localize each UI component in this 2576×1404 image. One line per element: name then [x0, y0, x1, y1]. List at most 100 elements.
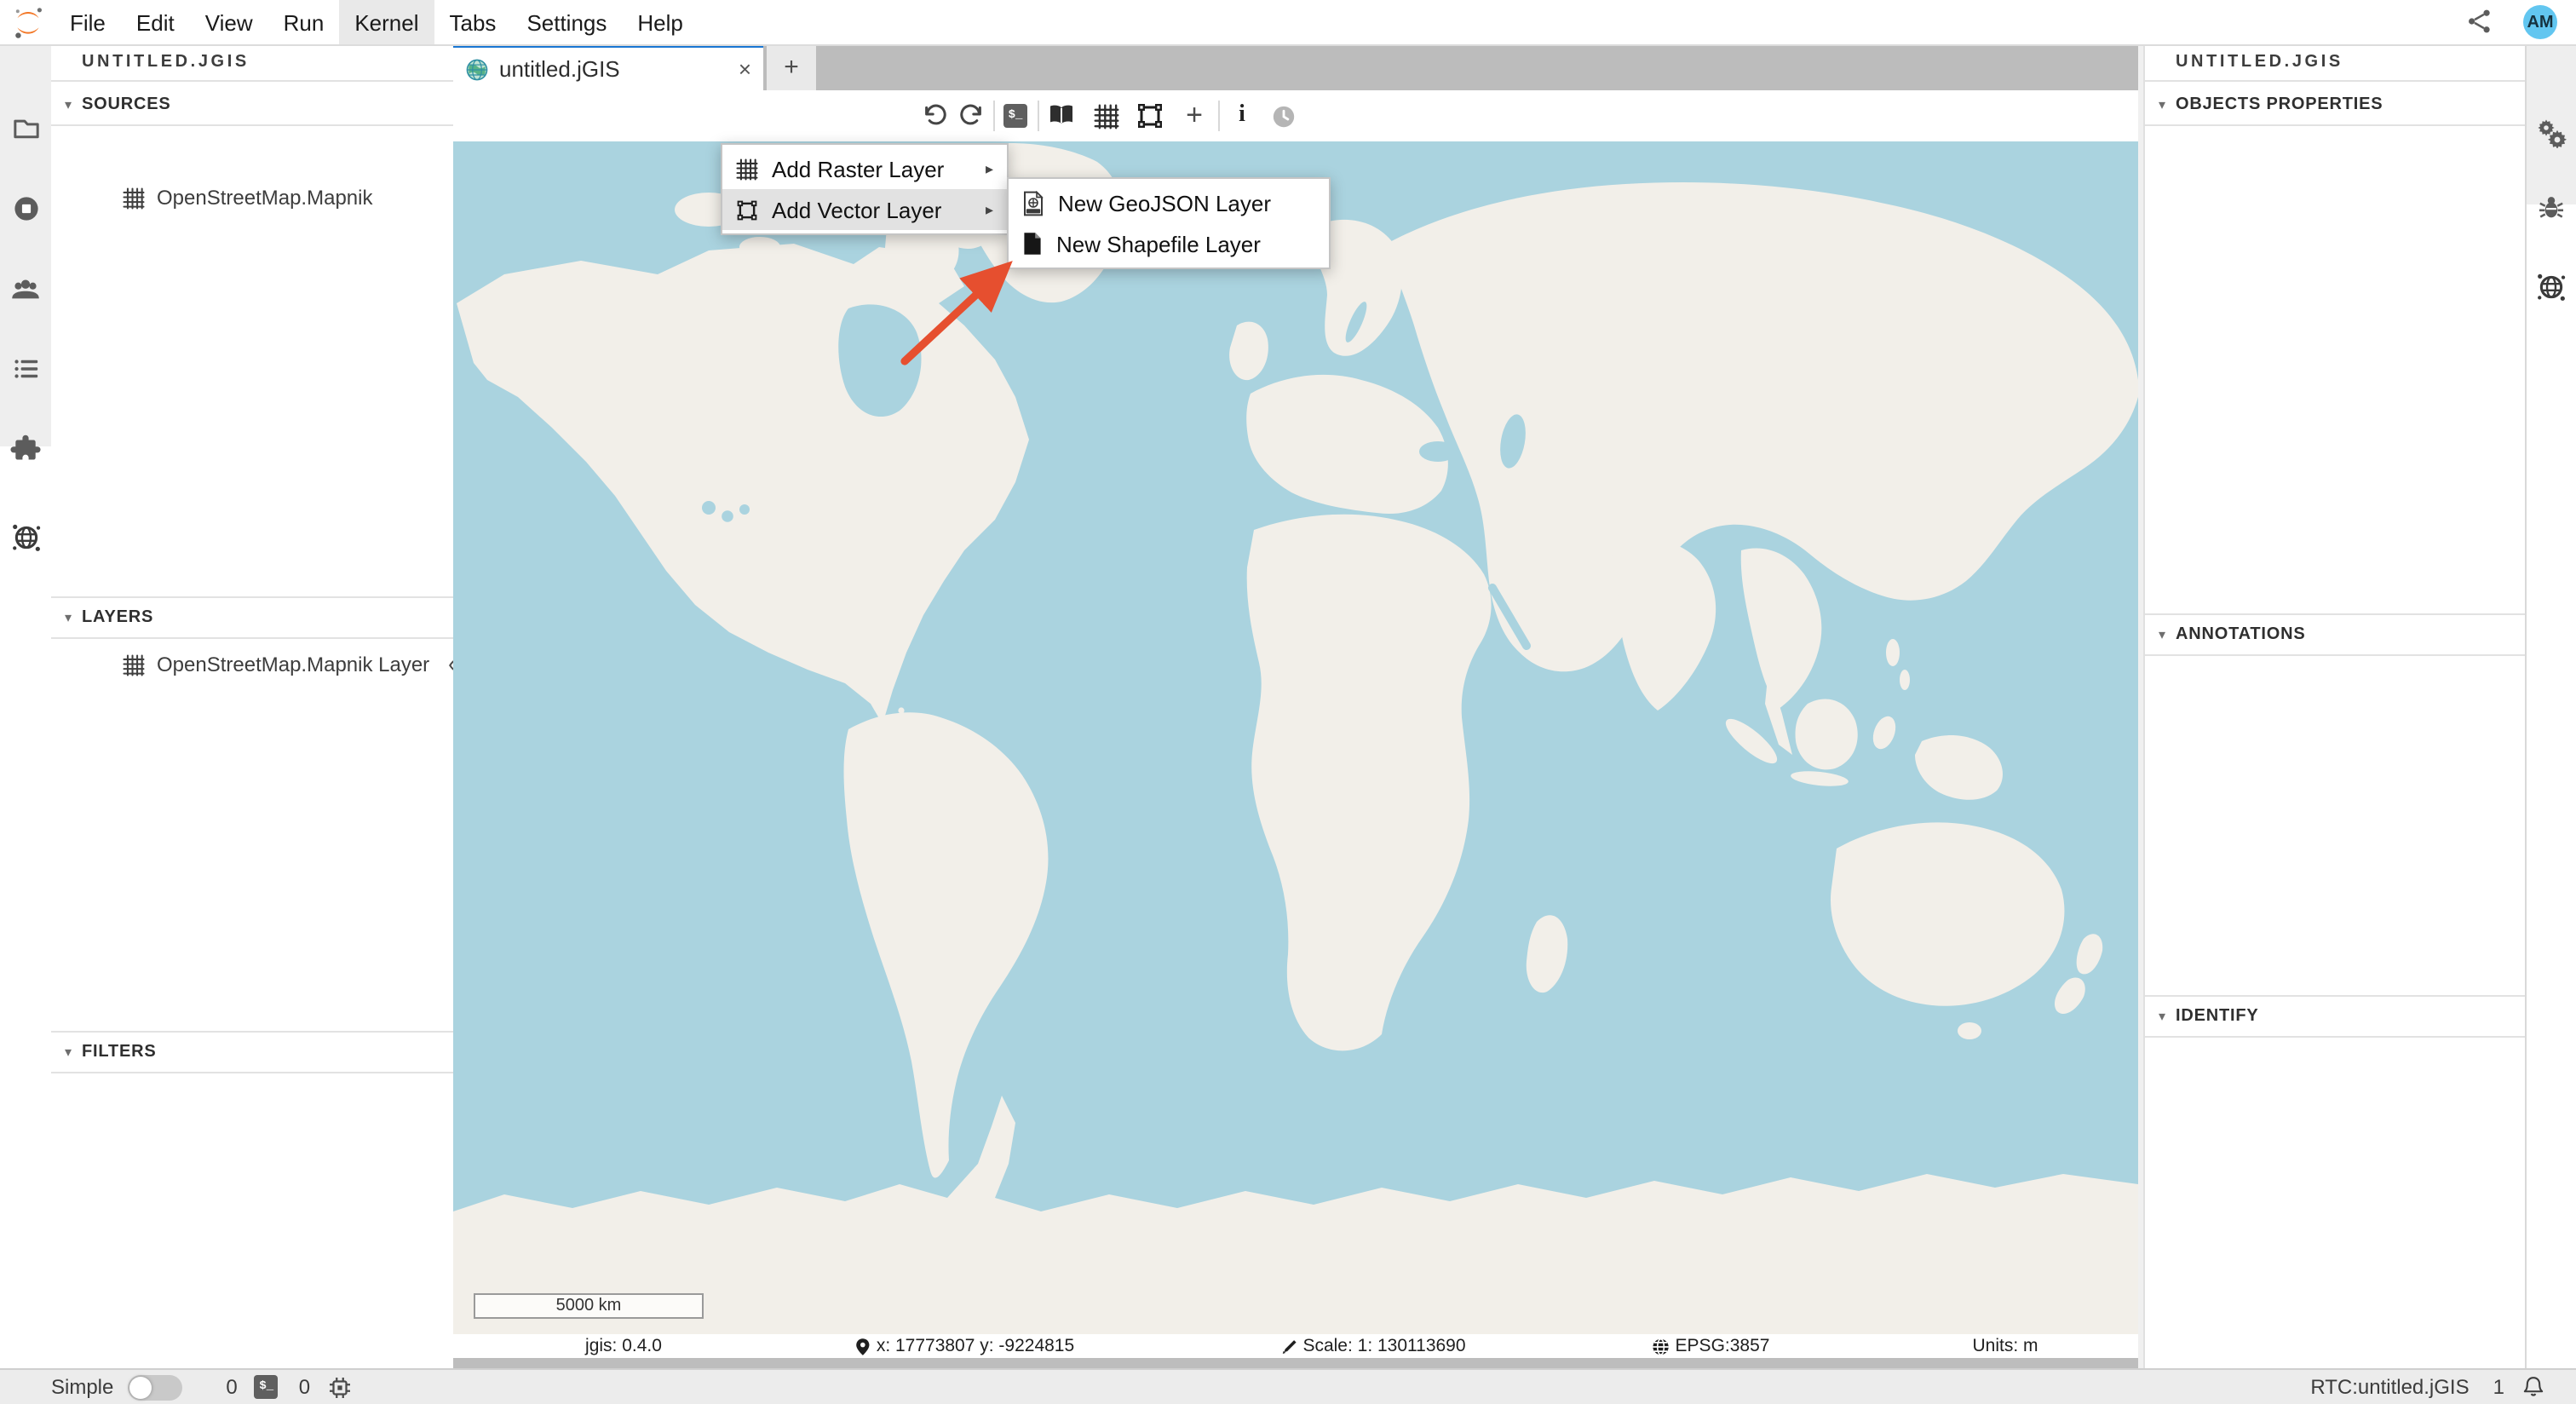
jupyter-logo	[10, 4, 46, 40]
jupyterlab-shell: File Edit View Run Kernel Tabs Settings …	[0, 0, 2576, 1404]
raster-grid-icon	[736, 158, 758, 180]
terminal-icon[interactable]: $_	[255, 1375, 279, 1399]
caret-down-icon: ▾	[2159, 627, 2165, 642]
caret-down-icon: ▾	[65, 96, 72, 112]
symbology-button[interactable]	[1043, 90, 1080, 141]
menu-edit[interactable]: Edit	[121, 0, 190, 44]
add-vector-button[interactable]	[1131, 90, 1169, 141]
open-book-icon	[1048, 102, 1075, 129]
tab-untitled-jgis[interactable]: untitled.jGIS ×	[453, 44, 763, 90]
raster-source-icon	[123, 653, 145, 676]
cursor-coordinates: x: 17773807 y: -9224815	[854, 1334, 1074, 1358]
vector-square-icon	[736, 199, 758, 221]
right-activity-bar	[2525, 44, 2576, 1368]
projection-status: EPSG:3857	[1652, 1334, 1770, 1358]
menu-kernel[interactable]: Kernel	[339, 0, 434, 44]
right-panel-title: UNTITLED.JGIS	[2145, 44, 2527, 82]
simple-mode-toggle[interactable]	[127, 1374, 181, 1400]
menu-item-new-geojson-layer[interactable]: New GeoJSON Layer	[1009, 182, 1329, 223]
map-canvas[interactable]: 5000 km	[453, 141, 2138, 1334]
left-activity-bar	[0, 44, 53, 1368]
add-raster-button[interactable]	[1087, 90, 1124, 141]
objects-properties-section-header[interactable]: ▾ OBJECTS PROPERTIES	[2145, 83, 2527, 126]
add-layer-button[interactable]: +	[1176, 90, 1213, 141]
location-pin-icon	[854, 1337, 871, 1355]
property-inspector-icon[interactable]	[2527, 118, 2576, 148]
bell-icon[interactable]	[2521, 1375, 2545, 1399]
menu-item-add-raster-layer[interactable]: Add Raster Layer ▸	[722, 148, 1007, 189]
redo-button[interactable]	[952, 90, 990, 141]
world-map	[453, 141, 2138, 1334]
jgis-version: jgis: 0.4.0	[585, 1334, 662, 1358]
redo-icon	[957, 102, 985, 129]
dock-tab-bar: untitled.jGIS × +	[453, 44, 2138, 90]
units-status: Units: m	[1972, 1334, 2038, 1358]
map-scale-status: Scale: 1: 130113690	[1280, 1334, 1465, 1358]
toolbar-separator	[1038, 101, 1039, 131]
folder-icon[interactable]	[0, 114, 51, 143]
menu-view[interactable]: View	[190, 0, 268, 44]
rtc-session-label: RTC:untitled.jGIS	[2310, 1375, 2469, 1399]
running-kernels-icon[interactable]	[0, 194, 51, 223]
kernel-chip-icon[interactable]	[327, 1374, 353, 1400]
undo-icon	[922, 102, 949, 129]
submenu-arrow-icon: ▸	[986, 159, 993, 178]
avatar[interactable]: AM	[2523, 5, 2557, 39]
left-sidebar-panel: UNTITLED.JGIS ▾ SOURCES OpenStreetMap.Ma…	[51, 44, 455, 1368]
temporal-controller-button[interactable]	[1264, 90, 1302, 141]
terminal-icon: $_	[1003, 104, 1027, 128]
context-menu: Add Raster Layer ▸ Add Vector Layer ▸	[721, 143, 1009, 235]
right-sidebar-panel: UNTITLED.JGIS ▾ OBJECTS PROPERTIES ▾ ANN…	[2143, 44, 2527, 1368]
context-submenu: New GeoJSON Layer New Shapefile Layer	[1007, 177, 1331, 269]
terminals-count: 0	[226, 1375, 237, 1399]
caret-down-icon: ▾	[65, 610, 72, 625]
close-icon[interactable]: ×	[739, 56, 751, 82]
add-layer-plus-icon: +	[1186, 99, 1203, 133]
raster-source-icon	[123, 187, 145, 209]
left-panel-title: UNTITLED.JGIS	[51, 44, 453, 82]
jupytergis-icon[interactable]	[2527, 271, 2576, 303]
map-scale-bar: 5000 km	[474, 1293, 704, 1319]
table-of-contents-icon[interactable]	[0, 354, 51, 383]
identify-button[interactable]: i	[1223, 90, 1261, 141]
tab-title: untitled.jGIS	[499, 56, 722, 82]
terminal-button[interactable]: $_	[997, 90, 1034, 141]
caret-down-icon: ▾	[65, 1044, 72, 1060]
menu-tabs[interactable]: Tabs	[434, 0, 512, 44]
map-toolbar: $_ + i	[453, 90, 2138, 143]
caret-down-icon: ▾	[2159, 1009, 2165, 1024]
layers-section-header[interactable]: ▾ LAYERS	[51, 596, 453, 639]
dock-panel-edge	[453, 1358, 2138, 1368]
debugger-icon[interactable]	[2527, 193, 2576, 222]
identify-section-header[interactable]: ▾ IDENTIFY	[2145, 995, 2527, 1038]
map-status-bar: jgis: 0.4.0 x: 17773807 y: -9224815 Scal…	[453, 1334, 2138, 1358]
collaborators-icon[interactable]	[0, 274, 51, 305]
geojson-file-icon	[1022, 190, 1044, 216]
notifications-count: 1	[2493, 1375, 2504, 1399]
share-icon[interactable]	[2465, 7, 2494, 36]
activity-bar-background	[0, 44, 51, 446]
source-item-openstreetmap-mapnik[interactable]: OpenStreetMap.Mapnik	[123, 179, 372, 216]
annotations-section-header[interactable]: ▾ ANNOTATIONS	[2145, 613, 2527, 656]
status-bar: Simple 0 $_ 0 RTC:untitled.jGIS 1	[0, 1368, 2576, 1404]
globe-icon	[1652, 1337, 1670, 1355]
menu-file[interactable]: File	[55, 0, 121, 44]
menubar: File Edit View Run Kernel Tabs Settings …	[0, 0, 2576, 46]
menu-help[interactable]: Help	[622, 0, 699, 44]
jupytergis-doc-icon	[465, 57, 489, 81]
toolbar-separator	[1218, 101, 1220, 131]
menu-item-new-shapefile-layer[interactable]: New Shapefile Layer	[1009, 223, 1329, 264]
filters-section-header[interactable]: ▾ FILTERS	[51, 1031, 453, 1073]
toolbar-separator	[993, 101, 995, 131]
layer-item-openstreetmap-mapnik[interactable]: OpenStreetMap.Mapnik Layer	[123, 646, 429, 683]
menu-item-add-vector-layer[interactable]: Add Vector Layer ▸	[722, 189, 1007, 230]
undo-button[interactable]	[917, 90, 954, 141]
menu-settings[interactable]: Settings	[511, 0, 622, 44]
toggle-knob	[129, 1376, 151, 1398]
jupytergis-icon[interactable]	[0, 521, 51, 554]
vector-square-icon	[1136, 102, 1164, 129]
sources-section-header[interactable]: ▾ SOURCES	[51, 83, 453, 126]
new-tab-button[interactable]: +	[767, 44, 816, 90]
extension-manager-icon[interactable]	[0, 433, 51, 463]
menu-run[interactable]: Run	[268, 0, 340, 44]
